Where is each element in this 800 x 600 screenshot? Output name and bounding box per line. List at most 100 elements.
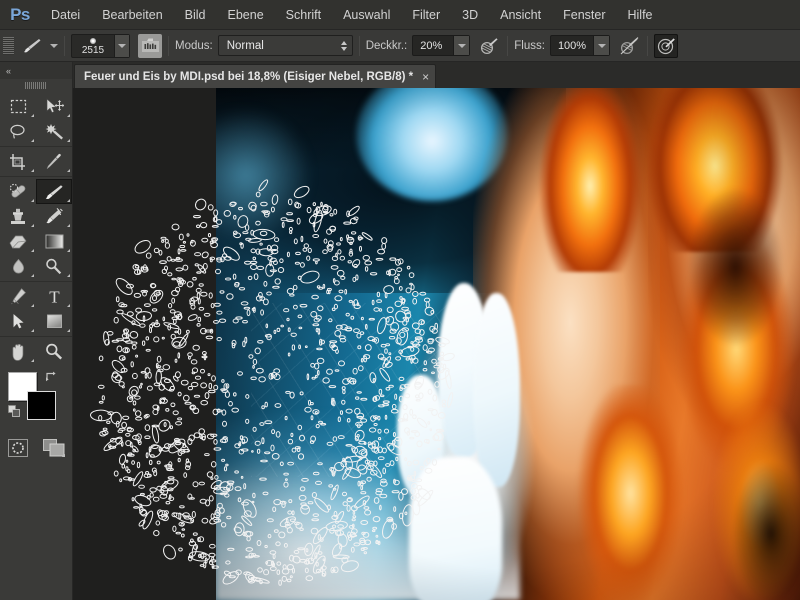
brush-preset-dropdown-arrow[interactable] xyxy=(50,43,58,48)
tool-zoom[interactable] xyxy=(36,339,72,364)
brush-preset-picker[interactable]: 2515 xyxy=(71,33,130,58)
submenu-triangle-icon xyxy=(31,359,34,362)
submenu-triangle-icon xyxy=(31,329,34,332)
opacity-pressure-icon[interactable] xyxy=(477,34,501,58)
tool-rectangle[interactable] xyxy=(36,309,72,334)
options-separator-5 xyxy=(647,35,649,56)
flow-value: 100% xyxy=(557,39,587,52)
opacity-field[interactable]: 20% xyxy=(412,35,471,56)
tool-lasso[interactable] xyxy=(0,119,36,144)
chevron-updown-icon xyxy=(340,40,347,51)
menu-item-hilfe[interactable]: Hilfe xyxy=(617,0,664,30)
swap-colors-icon[interactable] xyxy=(44,370,57,385)
document-tab[interactable]: Feuer und Eis by MDI.psd bei 18,8% (Eisi… xyxy=(74,64,437,88)
tool-pen[interactable] xyxy=(0,284,36,309)
tool-group-paint xyxy=(0,176,72,281)
opacity-value: 20% xyxy=(420,39,443,52)
flow-field[interactable]: 100% xyxy=(549,35,611,56)
tool-rectangular-marquee[interactable] xyxy=(0,94,36,119)
tool-dodge[interactable] xyxy=(36,254,72,279)
submenu-triangle-icon xyxy=(67,304,70,307)
submenu-triangle-icon xyxy=(67,274,70,277)
tool-hand[interactable] xyxy=(0,339,36,364)
menu-item-filter[interactable]: Filter xyxy=(401,0,451,30)
svg-text:T: T xyxy=(49,288,60,305)
menu-bar: Ps Datei Bearbeiten Bild Ebene Schrift A… xyxy=(0,0,800,30)
flow-dropdown-arrow[interactable] xyxy=(593,36,610,55)
submenu-triangle-icon xyxy=(31,249,34,252)
submenu-triangle-icon xyxy=(31,304,34,307)
menu-item-bild[interactable]: Bild xyxy=(174,0,217,30)
chevron-down-icon xyxy=(118,43,126,48)
submenu-triangle-icon xyxy=(31,274,34,277)
menu-item-auswahl[interactable]: Auswahl xyxy=(332,0,401,30)
screen-mode-button[interactable] xyxy=(43,438,65,458)
submenu-triangle-icon xyxy=(31,114,34,117)
photoshop-logo: Ps xyxy=(10,4,30,24)
tool-clone-stamp[interactable] xyxy=(0,204,36,229)
submenu-triangle-icon xyxy=(67,249,70,252)
submenu-triangle-icon xyxy=(31,169,34,172)
tablet-pressure-size-icon[interactable] xyxy=(654,33,679,58)
brush-tip-preview: 2515 xyxy=(72,35,114,57)
toggle-brush-panel-icon[interactable] xyxy=(138,33,162,58)
tool-eyedropper[interactable] xyxy=(36,149,72,174)
menu-item-ansicht[interactable]: Ansicht xyxy=(489,0,552,30)
submenu-triangle-icon xyxy=(67,329,70,332)
opacity-label: Deckkr.: xyxy=(365,39,408,52)
options-bar-grip[interactable] xyxy=(3,36,14,55)
toolbar-bottom-buttons xyxy=(7,438,72,458)
airbrush-toggle-icon[interactable] xyxy=(617,34,641,58)
tool-options-bar: 2515 Modus: Normal Deckkr.: 20% Fluss: 1… xyxy=(0,30,800,62)
current-tool-brush-icon[interactable] xyxy=(20,34,44,58)
tool-path-selection[interactable] xyxy=(0,309,36,334)
background-color-swatch[interactable] xyxy=(27,391,56,420)
tool-blur[interactable] xyxy=(0,254,36,279)
blend-mode-select[interactable]: Normal xyxy=(217,35,353,56)
menu-item-datei[interactable]: Datei xyxy=(40,0,91,30)
submenu-triangle-icon xyxy=(67,199,70,202)
color-swatches xyxy=(8,370,72,432)
tool-type[interactable]: T xyxy=(36,284,72,309)
tool-gradient[interactable] xyxy=(36,229,72,254)
submenu-triangle-icon xyxy=(31,199,34,202)
tools-panel-grip[interactable] xyxy=(0,79,72,92)
tool-eraser[interactable] xyxy=(0,229,36,254)
tool-brush[interactable] xyxy=(36,179,72,204)
tools-panel-collapse-button[interactable]: « xyxy=(0,62,72,79)
tool-healing-brush[interactable] xyxy=(0,179,36,204)
close-icon[interactable]: × xyxy=(422,71,429,83)
brush-preset-arrow[interactable] xyxy=(114,34,129,57)
menu-item-fenster[interactable]: Fenster xyxy=(552,0,616,30)
tools-panel: « T xyxy=(0,62,73,600)
brush-size-value: 2515 xyxy=(81,44,105,56)
tool-history-brush[interactable] xyxy=(36,204,72,229)
tool-magic-wand[interactable] xyxy=(36,119,72,144)
tool-group-navigation xyxy=(0,336,72,366)
submenu-triangle-icon xyxy=(62,454,65,457)
default-colors-icon[interactable] xyxy=(8,405,21,418)
tool-group-crop xyxy=(0,146,72,176)
menu-item-3d[interactable]: 3D xyxy=(451,0,489,30)
submenu-triangle-icon xyxy=(67,224,70,227)
options-separator-4 xyxy=(507,35,509,56)
menu-item-bearbeiten[interactable]: Bearbeiten xyxy=(91,0,173,30)
tool-group-selection xyxy=(0,92,72,146)
submenu-triangle-icon xyxy=(31,139,34,142)
tool-move[interactable] xyxy=(36,94,72,119)
quick-mask-button[interactable] xyxy=(7,438,29,458)
submenu-triangle-icon xyxy=(67,139,70,142)
photoshop-window: Ps Datei Bearbeiten Bild Ebene Schrift A… xyxy=(0,0,800,600)
opacity-dropdown-arrow[interactable] xyxy=(453,36,470,55)
submenu-triangle-icon xyxy=(67,114,70,117)
menu-item-ebene[interactable]: Ebene xyxy=(217,0,275,30)
artwork-image xyxy=(216,88,800,600)
tool-crop[interactable] xyxy=(0,149,36,174)
canvas-workspace[interactable] xyxy=(73,88,800,600)
document-canvas[interactable] xyxy=(216,88,800,600)
mode-label: Modus: xyxy=(175,39,213,52)
tool-group-vector: T xyxy=(0,281,72,336)
document-tab-bar: Feuer und Eis by MDI.psd bei 18,8% (Eisi… xyxy=(73,62,800,88)
options-separator-1 xyxy=(64,35,65,56)
menu-item-schrift[interactable]: Schrift xyxy=(275,0,332,30)
